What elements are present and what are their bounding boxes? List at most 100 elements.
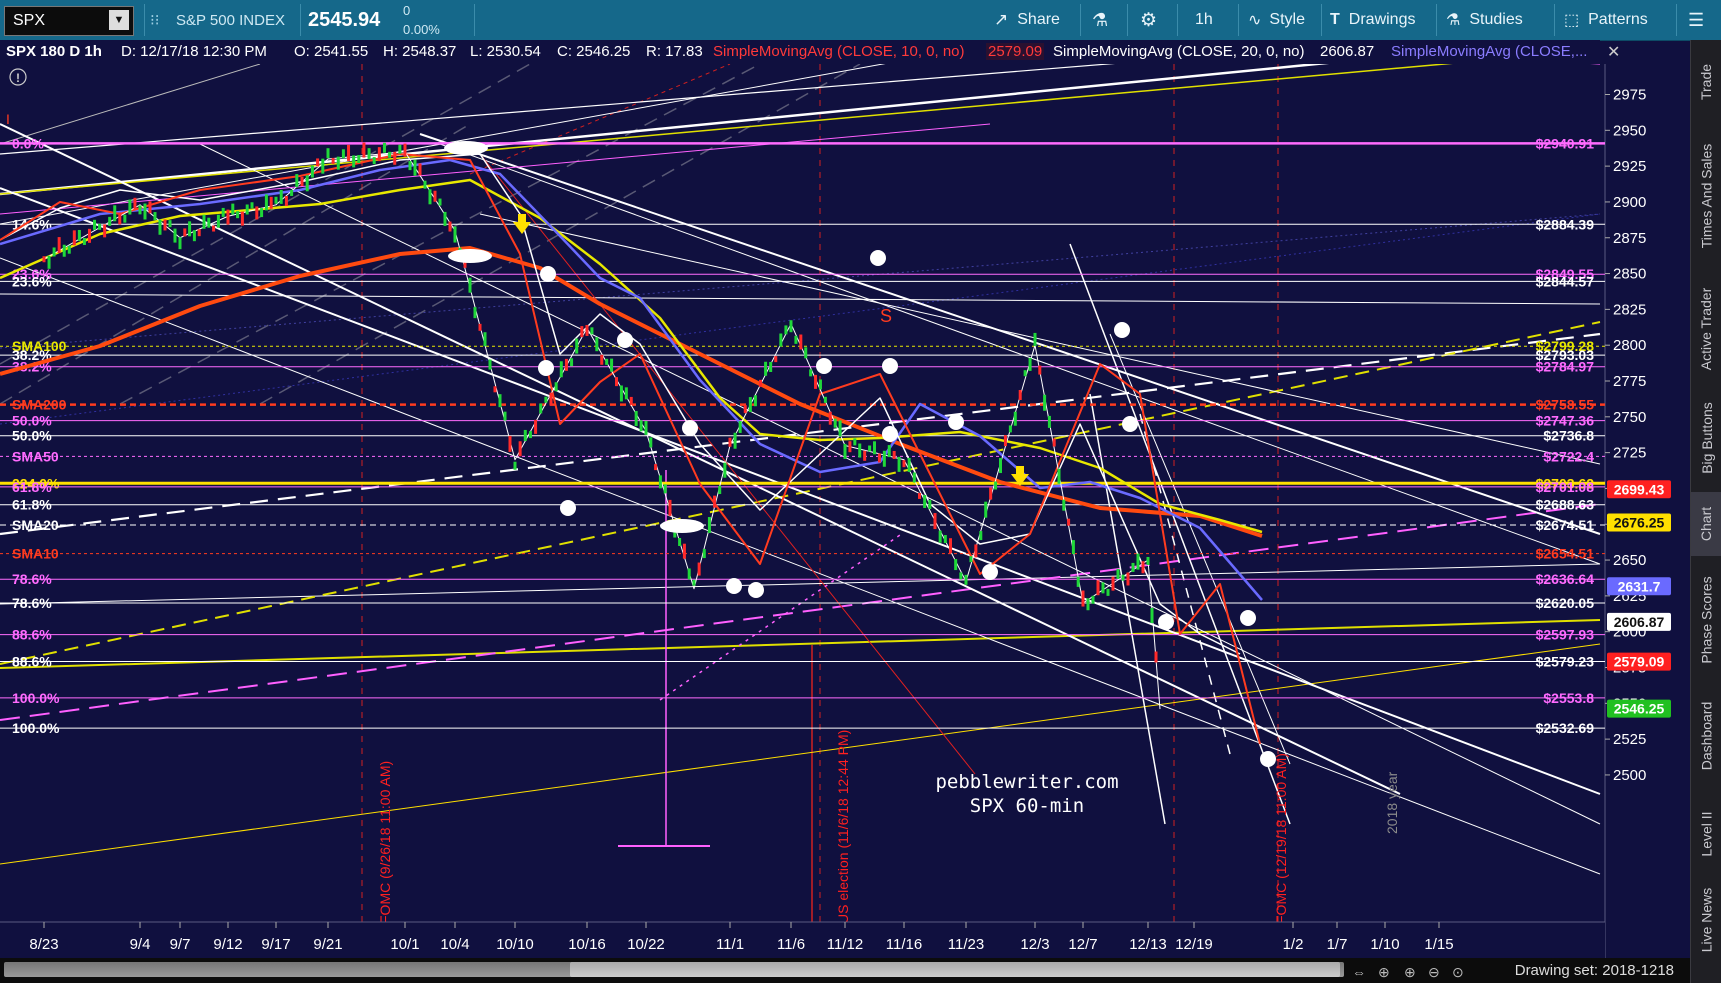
candle	[1052, 438, 1056, 447]
sma20-study-label[interactable]: SimpleMovingAvg (CLOSE, 20, 0, no)	[1053, 43, 1305, 60]
toolbar-divider	[300, 4, 301, 36]
candle	[619, 385, 623, 402]
candle	[882, 450, 886, 467]
candle	[964, 574, 968, 585]
x-tick-label: 1/10	[1370, 936, 1399, 953]
swing-marker[interactable]	[1122, 416, 1138, 432]
net-change: 0	[403, 2, 411, 18]
tab-big-buttons[interactable]: Big Buttons	[1691, 388, 1721, 488]
swing-marker[interactable]	[982, 564, 998, 580]
candle	[999, 458, 1002, 474]
candle	[687, 568, 691, 580]
x-tick-label: 11/16	[886, 936, 922, 953]
patterns-button[interactable]: ⬚ Patterns	[1564, 0, 1648, 40]
tab-chart[interactable]: Chart	[1691, 492, 1721, 556]
symbol-value: SPX	[13, 12, 46, 29]
tab-dashboard[interactable]: Dashboard	[1691, 684, 1721, 788]
link-icon[interactable]: ⁝⁝	[150, 0, 160, 40]
candle	[564, 358, 568, 371]
tab-label: Times And Sales	[1698, 143, 1715, 249]
price-level-label: $2722.4	[1543, 448, 1594, 464]
annotation-label: S	[880, 306, 892, 326]
fib-level-label: 88.6%	[12, 653, 52, 669]
zoom-out-icon[interactable]: ⊖	[1428, 964, 1440, 981]
candle	[580, 326, 584, 338]
style-label: Style	[1269, 11, 1305, 28]
tab-label: Big Buttons	[1698, 402, 1715, 474]
swing-marker[interactable]	[748, 582, 764, 598]
flask-icon[interactable]: ⚗	[1092, 0, 1108, 40]
swing-marker[interactable]	[682, 420, 698, 436]
swing-marker[interactable]	[948, 414, 964, 430]
tab-level-ii[interactable]: Level II	[1691, 792, 1721, 876]
time-scrollbar-thumb[interactable]	[570, 962, 1340, 977]
y-tick-label: 2875	[1613, 230, 1646, 247]
candle	[52, 247, 56, 257]
swing-marker[interactable]	[1114, 322, 1130, 338]
candle	[178, 237, 182, 250]
price-level-label: $2940.91	[1536, 135, 1595, 151]
price-level-label: $2620.05	[1536, 595, 1595, 611]
candle	[559, 361, 563, 378]
swing-marker[interactable]	[816, 358, 832, 374]
crosshair-icon[interactable]: ⊕	[1378, 964, 1390, 981]
sma20-study-value: 2606.87	[1320, 43, 1375, 60]
y-tick-label: 2950	[1613, 122, 1646, 139]
fib-level-label: 100.0%	[12, 720, 60, 736]
event-label: FOMC (9/26/18 11:00 AM)	[377, 761, 393, 924]
candle	[1081, 590, 1085, 607]
swing-marker[interactable]	[538, 360, 554, 376]
symbol-dropdown-icon[interactable]: ▼	[109, 10, 129, 30]
sma-more-study-label[interactable]: SimpleMovingAvg (CLOSE,...	[1391, 43, 1587, 60]
swing-marker[interactable]	[882, 358, 898, 374]
tab-times-and-sales[interactable]: Times And Sales	[1691, 122, 1721, 270]
swing-marker[interactable]	[560, 500, 576, 516]
timeframe-button[interactable]: 1h	[1195, 0, 1213, 40]
chart-title: SPX 180 D 1h	[6, 43, 102, 60]
tab-live-news[interactable]: Live News	[1691, 880, 1721, 960]
price-level-label: $2688.63	[1536, 497, 1595, 513]
drawings-button[interactable]: T Drawings	[1330, 0, 1415, 40]
tab-phase-scores[interactable]: Phase Scores	[1691, 560, 1721, 680]
share-button[interactable]: ↗ Share	[994, 0, 1060, 40]
candle	[413, 159, 417, 176]
collapse-icon[interactable]: ✕	[1607, 42, 1620, 62]
style-button[interactable]: ∿ Style	[1248, 0, 1305, 40]
swing-marker[interactable]	[870, 250, 886, 266]
swing-marker[interactable]	[1158, 614, 1174, 630]
sma10-study-label[interactable]: SimpleMovingAvg (CLOSE, 10, 0, no)	[713, 43, 965, 60]
symbol-input[interactable]: SPX ▼	[4, 6, 134, 36]
zoom-in-icon[interactable]: ⊕	[1404, 964, 1416, 981]
swing-marker[interactable]	[660, 519, 704, 533]
menu-icon[interactable]: ☰	[1688, 0, 1704, 40]
candle	[438, 198, 442, 206]
event-label: US election (11/6/18 12:44 PM)	[835, 730, 851, 924]
studies-button[interactable]: ⚗ Studies	[1446, 0, 1523, 40]
swing-marker[interactable]	[882, 426, 898, 442]
tab-active-trader[interactable]: Active Trader	[1691, 274, 1721, 384]
zoom-fit-icon[interactable]: ⊙	[1452, 964, 1464, 981]
swing-marker[interactable]	[617, 332, 633, 348]
swing-marker[interactable]	[448, 249, 492, 263]
price-level-label: $2674.51	[1536, 517, 1595, 533]
x-tick-label: 8/23	[29, 936, 58, 953]
patterns-label: Patterns	[1588, 11, 1648, 28]
candle	[713, 495, 717, 508]
pan-icon[interactable]: ⇔	[1352, 964, 1366, 980]
x-tick-label: 9/7	[170, 936, 191, 953]
swing-marker[interactable]	[444, 141, 488, 155]
gear-icon[interactable]: ⚙	[1140, 0, 1157, 40]
candle	[853, 438, 857, 446]
tab-trade[interactable]: Trade	[1691, 46, 1721, 118]
candle	[1057, 468, 1061, 484]
tab-label: Phase Scores	[1698, 576, 1715, 664]
swing-marker[interactable]	[540, 266, 556, 282]
swing-marker[interactable]	[726, 578, 742, 594]
price-badge-label: 2631.7	[1618, 578, 1661, 594]
y-tick-label: 2850	[1613, 266, 1646, 283]
candle	[728, 437, 732, 447]
candle	[1154, 651, 1158, 663]
price-chart[interactable]: $2940.910.0%$2884.3914.6%$2849.5523.6% $2…	[0, 64, 1690, 958]
swing-marker[interactable]	[1240, 610, 1256, 626]
sma10-study-value: 2579.09	[986, 43, 1045, 60]
